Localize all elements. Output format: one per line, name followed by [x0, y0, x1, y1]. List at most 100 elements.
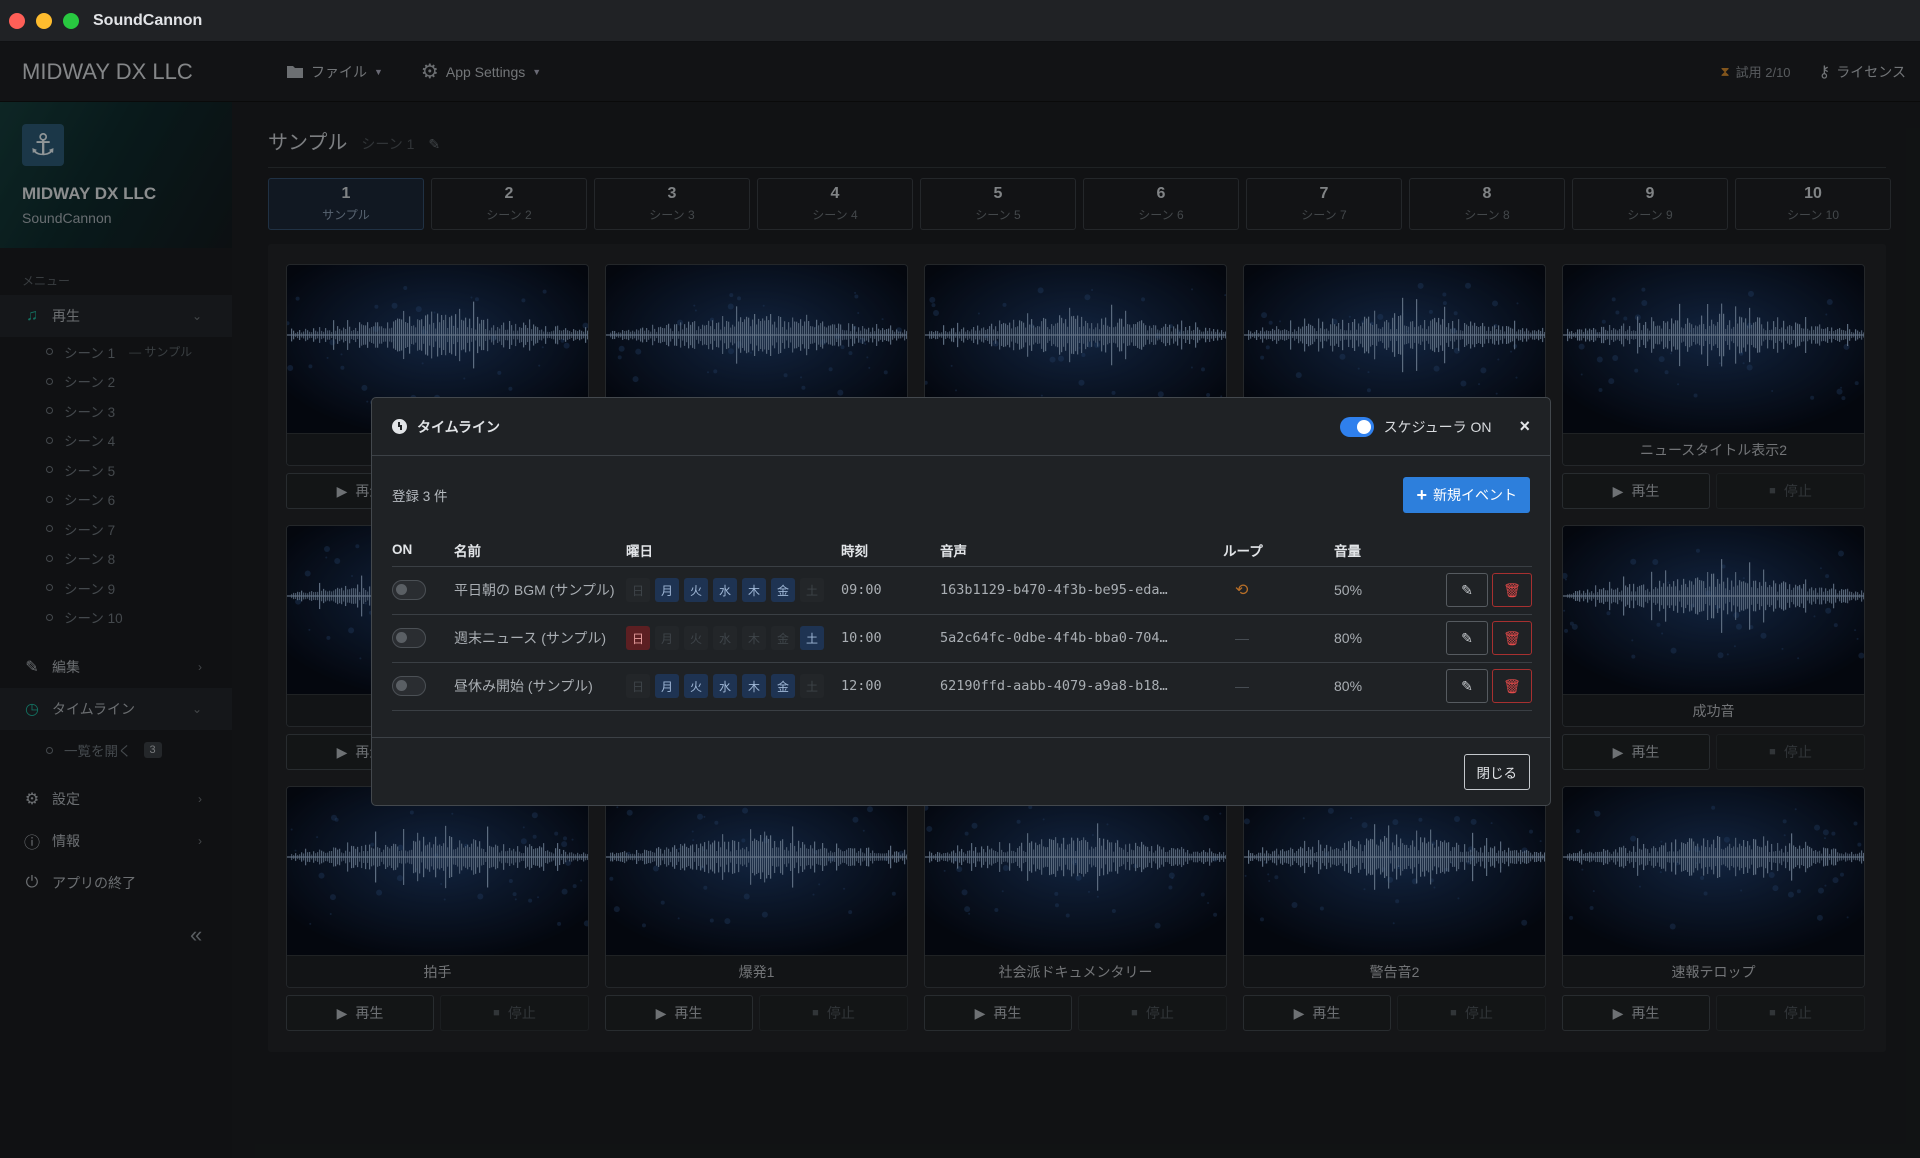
- close-button[interactable]: 閉じる: [1463, 753, 1530, 790]
- col-volume: 音量: [1334, 543, 1361, 559]
- cell-volume: 50%: [1334, 565, 1424, 614]
- edit-event-button[interactable]: ✎: [1446, 573, 1488, 607]
- edit-event-button[interactable]: ✎: [1446, 669, 1488, 703]
- cell-actions: ✎ 🗑: [1424, 613, 1532, 662]
- pencil-icon: ✎: [1461, 677, 1473, 694]
- cell-name: 平日朝の BGM (サンプル): [454, 565, 626, 614]
- weekday-chip: 月: [655, 626, 679, 650]
- weekday-chip: 日: [626, 578, 650, 602]
- window-title: SoundCannon: [93, 11, 203, 29]
- weekday-selector: 日月火水木金土: [626, 674, 841, 698]
- weekday-chip: 木: [742, 578, 766, 602]
- clock-icon: [392, 419, 407, 434]
- cell-actions: ✎ 🗑: [1424, 661, 1532, 711]
- close-icon[interactable]: ×: [1519, 416, 1530, 437]
- cell-audio: 62190ffd-aabb-4079-a9a8-b18…: [940, 661, 1223, 711]
- trash-icon: 🗑: [1503, 581, 1521, 598]
- cell-loop: ⟲: [1223, 565, 1334, 614]
- minimize-window-button[interactable]: [36, 12, 52, 29]
- modal-toolbar: 登録 3 件 + 新規イベント: [392, 456, 1530, 534]
- col-name: 名前: [454, 543, 481, 559]
- weekday-chip: 水: [713, 626, 737, 650]
- trash-icon: 🗑: [1503, 677, 1521, 694]
- modal-title: タイムライン: [392, 417, 500, 437]
- event-enable-toggle[interactable]: [392, 676, 426, 696]
- edit-event-button[interactable]: ✎: [1446, 621, 1488, 655]
- cell-days: 日月火水木金土: [626, 565, 841, 614]
- cell-name: 週末ニュース (サンプル): [454, 613, 626, 662]
- col-loop: ループ: [1223, 543, 1263, 559]
- col-on: ON: [392, 542, 413, 558]
- weekday-chip: 月: [655, 578, 679, 602]
- window-titlebar: SoundCannon: [0, 0, 1920, 42]
- col-actions: [1424, 534, 1532, 566]
- delete-event-button[interactable]: 🗑: [1492, 573, 1532, 607]
- scheduler-label: スケジューラ ON: [1383, 418, 1492, 435]
- weekday-chip: 水: [713, 578, 737, 602]
- weekday-chip: 木: [742, 674, 766, 698]
- events-table-body: 平日朝の BGM (サンプル) 日月火水木金土 09:00 163b1129-b470…: [392, 565, 1532, 711]
- weekday-chip: 日: [626, 626, 650, 650]
- plus-icon: +: [1416, 484, 1427, 505]
- table-row: 昼休み開始 (サンプル) 日月火水木金土 12:00 62190ffd-aabb-40…: [392, 661, 1532, 711]
- weekday-chip: 土: [800, 674, 824, 698]
- cell-time: 10:00: [841, 613, 940, 662]
- cell-time: 12:00: [841, 661, 940, 711]
- col-time: 時刻: [841, 543, 868, 559]
- modal-footer: 閉じる: [372, 737, 1550, 805]
- event-enable-toggle[interactable]: [392, 580, 426, 600]
- cell-loop: —: [1223, 661, 1334, 711]
- cell-days: 日月火水木金土: [626, 613, 841, 662]
- table-header-row: ON 名前 曜日 時刻 音声 ループ 音量: [392, 534, 1532, 566]
- weekday-chip: 金: [771, 626, 795, 650]
- cell-volume: 80%: [1334, 613, 1424, 662]
- no-loop-dash: —: [1235, 630, 1249, 646]
- scheduler-toggle[interactable]: [1339, 416, 1374, 437]
- weekday-chip: 木: [742, 626, 766, 650]
- weekday-chip: 金: [771, 578, 795, 602]
- col-audio: 音声: [940, 543, 967, 559]
- weekday-chip: 火: [684, 674, 708, 698]
- weekday-chip: 火: [684, 578, 708, 602]
- maximize-window-button[interactable]: [63, 12, 79, 29]
- cell-on: [392, 613, 454, 662]
- weekday-chip: 水: [713, 674, 737, 698]
- cell-on: [392, 661, 454, 711]
- scheduler-toggle-group: スケジューラ ON: [1339, 416, 1492, 437]
- no-loop-dash: —: [1235, 678, 1249, 694]
- close-window-button[interactable]: [9, 12, 25, 29]
- loop-icon: ⟲: [1235, 582, 1249, 599]
- table-row: 週末ニュース (サンプル) 日月火水木金土 10:00 5a2c64fc-0dbe-4…: [392, 613, 1532, 662]
- events-table: ON 名前 曜日 時刻 音声 ループ 音量 平日朝の BGM (サンプル) 日月火…: [392, 534, 1532, 711]
- weekday-chip: 日: [626, 674, 650, 698]
- modal-header: タイムライン スケジューラ ON ×: [372, 398, 1550, 456]
- weekday-chip: 土: [800, 578, 824, 602]
- new-event-label: 新規イベント: [1433, 487, 1517, 503]
- weekday-chip: 火: [684, 626, 708, 650]
- cell-days: 日月火水木金土: [626, 661, 841, 711]
- trash-icon: 🗑: [1503, 629, 1521, 646]
- weekday-selector: 日月火水木金土: [626, 578, 841, 602]
- table-row: 平日朝の BGM (サンプル) 日月火水木金土 09:00 163b1129-b470…: [392, 565, 1532, 614]
- weekday-chip: 月: [655, 674, 679, 698]
- delete-event-button[interactable]: 🗑: [1492, 621, 1532, 655]
- weekday-chip: 土: [800, 626, 824, 650]
- cell-on: [392, 565, 454, 614]
- modal-title-text: タイムライン: [417, 418, 501, 435]
- col-days: 曜日: [626, 543, 653, 559]
- cell-audio: 5a2c64fc-0dbe-4f4b-bba0-704…: [940, 613, 1223, 662]
- event-count: 登録 3 件: [392, 489, 448, 504]
- cell-name: 昼休み開始 (サンプル): [454, 661, 626, 711]
- weekday-chip: 金: [771, 674, 795, 698]
- pencil-icon: ✎: [1461, 581, 1473, 598]
- cell-volume: 80%: [1334, 661, 1424, 711]
- window-controls: [9, 12, 79, 29]
- event-enable-toggle[interactable]: [392, 628, 426, 648]
- pencil-icon: ✎: [1461, 629, 1473, 646]
- cell-time: 09:00: [841, 565, 940, 614]
- cell-audio: 163b1129-b470-4f3b-be95-eda…: [940, 565, 1223, 614]
- new-event-button[interactable]: + 新規イベント: [1403, 477, 1530, 513]
- delete-event-button[interactable]: 🗑: [1492, 669, 1532, 703]
- cell-actions: ✎ 🗑: [1424, 565, 1532, 614]
- timeline-modal: タイムライン スケジューラ ON × 登録 3 件 + 新規イベント ON 名前…: [371, 397, 1551, 806]
